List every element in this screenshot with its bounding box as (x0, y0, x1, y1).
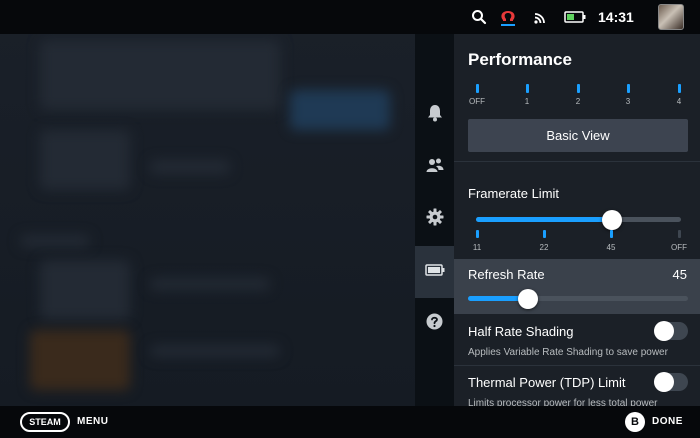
tick-label: OFF (671, 243, 687, 252)
omega-icon[interactable] (497, 0, 519, 34)
rail-notifications[interactable] (415, 89, 454, 141)
background-blur (150, 345, 280, 357)
slider-knob[interactable] (602, 210, 622, 230)
slider-tick (678, 84, 681, 93)
friends-icon (426, 157, 444, 178)
menu-label: MENU (77, 416, 109, 427)
slider-tick (526, 84, 529, 93)
framerate-limit-label: Framerate Limit (468, 186, 560, 201)
background-blur (40, 260, 130, 320)
wifi-icon (531, 0, 549, 34)
performance-panel: Performance OFF 1 2 3 4 Basic View Frame… (454, 34, 700, 406)
slider-tick (476, 84, 479, 93)
tick-label: 11 (472, 243, 482, 252)
tick-label: 1 (524, 97, 530, 106)
slider-tick (678, 230, 681, 238)
b-button[interactable]: B (625, 412, 645, 432)
toggle-knob (654, 321, 674, 341)
game-background (0, 0, 415, 406)
tick-label: 2 (575, 97, 581, 106)
basic-view-button[interactable]: Basic View (468, 119, 688, 152)
quick-access-rail (415, 34, 454, 406)
rail-performance[interactable] (415, 246, 454, 298)
gear-icon (426, 208, 444, 231)
toggle-knob (654, 372, 674, 392)
bottom-bar: STEAM MENU B DONE (0, 406, 700, 438)
refresh-rate-label: Refresh Rate (468, 267, 545, 282)
slider-tick (476, 230, 479, 238)
slider-knob[interactable] (518, 289, 538, 309)
divider (454, 365, 700, 366)
refresh-rate-row[interactable]: Refresh Rate 45 (454, 259, 700, 314)
tdp-limit-label: Thermal Power (TDP) Limit (468, 375, 626, 390)
status-bar: 14:31 (0, 0, 700, 34)
background-blur (290, 90, 390, 130)
battery-icon (564, 0, 586, 34)
refresh-rate-value: 45 (672, 267, 687, 282)
slider-tick (627, 84, 630, 93)
background-blur (150, 278, 270, 290)
background-blur (30, 330, 130, 390)
avatar[interactable] (658, 4, 684, 30)
tick-label: OFF (469, 97, 485, 106)
half-rate-shading-label: Half Rate Shading (468, 324, 574, 339)
search-icon[interactable] (469, 0, 489, 34)
divider (454, 161, 700, 162)
background-blur (40, 130, 130, 190)
tick-label: 45 (606, 243, 616, 252)
tdp-limit-toggle[interactable] (654, 372, 688, 392)
background-blur (40, 40, 280, 110)
tick-label: 4 (676, 97, 682, 106)
rail-settings[interactable] (415, 193, 454, 245)
slider-tick (543, 230, 546, 238)
done-label: DONE (652, 416, 683, 427)
half-rate-shading-description: Applies Variable Rate Shading to save po… (468, 347, 668, 358)
slider-tick (610, 230, 613, 238)
background-blur (20, 235, 90, 247)
slider-tick (577, 84, 580, 93)
slider-fill (476, 217, 612, 222)
tick-label: 22 (539, 243, 549, 252)
tick-label: 3 (625, 97, 631, 106)
half-rate-shading-toggle[interactable] (654, 321, 688, 341)
help-icon (426, 313, 443, 335)
bell-icon (427, 104, 443, 127)
rail-help[interactable] (415, 298, 454, 350)
battery-icon (424, 263, 445, 281)
rail-friends[interactable] (415, 141, 454, 193)
tdp-limit-description: Limits processor power for less total po… (468, 398, 658, 406)
panel-title: Performance (468, 50, 572, 69)
background-blur (150, 160, 230, 174)
steam-button[interactable]: STEAM (20, 412, 70, 432)
clock: 14:31 (598, 9, 634, 25)
